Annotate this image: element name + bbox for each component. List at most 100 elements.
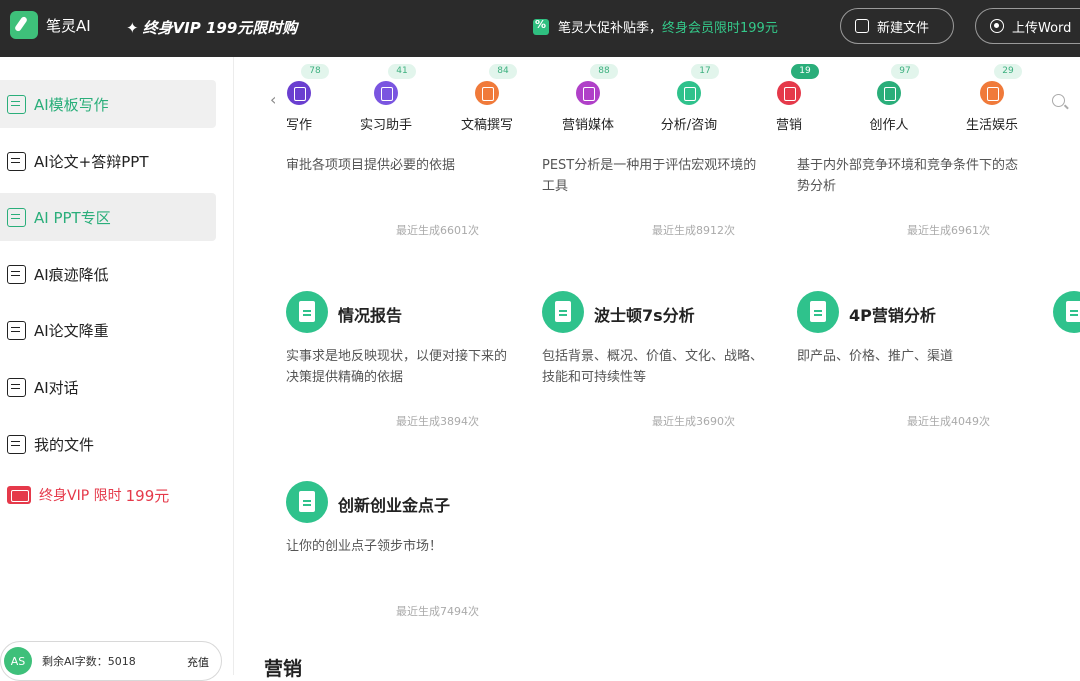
card-description: 基于内外部竞争环境和竞争条件下的态势分析 <box>797 155 1022 197</box>
card-description: 审批各项项目提供必要的依据 <box>286 155 511 176</box>
tab-document-writing[interactable]: 84 文稿撰写 <box>442 57 532 142</box>
tab-label: 营销 <box>744 114 834 133</box>
template-card-boston-7s[interactable]: 波士顿7s分析 包括背景、概况、价值、文化、战略、技能和可持续性等 最近生成36… <box>542 291 772 431</box>
sidebar-item-thesis-ppt[interactable]: AI论文+答辩PPT <box>0 137 216 185</box>
tab-internship[interactable]: 41 实习助手 <box>341 57 431 142</box>
thesis-icon <box>7 152 26 171</box>
sidebar-item-label: AI对话 <box>34 377 79 398</box>
vip-label: 终身VIP 限时 <box>39 485 122 505</box>
new-file-label: 新建文件 <box>877 17 929 36</box>
card-usage-count: 最近生成6961次 <box>907 222 990 238</box>
document-icon <box>286 481 328 523</box>
discount-icon <box>533 19 549 35</box>
template-card-startup-ideas[interactable]: 创新创业金点子 让你的创业点子领步市场！ 最近生成7494次 <box>286 481 516 621</box>
lifestyle-icon <box>980 81 1004 105</box>
sidebar-item-ppt-zone[interactable]: AI PPT专区 <box>0 193 216 241</box>
megaphone-icon <box>777 81 801 105</box>
template-icon <box>7 95 26 114</box>
card-usage-count: 最近生成3894次 <box>396 413 479 429</box>
sale-highlight: 终身会员限时199元 <box>662 17 778 36</box>
promo-text: 终身VIP 199元限时购 <box>143 19 298 37</box>
card-usage-count: 最近生成6601次 <box>396 222 479 238</box>
tab-writing[interactable]: 78 写作 <box>254 57 344 142</box>
tab-label: 分析/咨询 <box>644 114 734 133</box>
tab-count-badge: 97 <box>891 64 919 79</box>
tab-label: 生活娱乐 <box>947 114 1037 133</box>
sidebar-vip-offer[interactable]: 终身VIP 限时 199元 <box>0 471 216 519</box>
tab-count-badge: 88 <box>590 64 618 79</box>
top-header: 笔灵AI ✦终身VIP 199元限时购 笔灵大促补贴季， 终身会员限时199元 … <box>0 0 1080 57</box>
sidebar-item-ai-chat[interactable]: AI对话 <box>0 363 216 411</box>
template-card[interactable]: PEST分析是一种用于评估宏观环境的工具 最近生成8912次 <box>542 145 772 245</box>
card-usage-count: 最近生成7494次 <box>396 603 479 619</box>
sidebar-item-label: 我的文件 <box>34 434 94 455</box>
template-card[interactable]: 审批各项项目提供必要的依据 最近生成6601次 <box>286 145 516 245</box>
tab-count-badge: 84 <box>489 64 517 79</box>
tab-marketing-media[interactable]: 88 营销媒体 <box>543 57 633 142</box>
sidebar-item-label: AI PPT专区 <box>34 207 111 228</box>
tab-count-badge: 78 <box>301 64 329 79</box>
logo-icon <box>10 11 38 39</box>
sidebar-item-template-writing[interactable]: AI模板写作 <box>0 80 216 128</box>
sidebar-item-label: AI论文+答辩PPT <box>34 151 149 172</box>
document-icon <box>286 291 328 333</box>
tab-label: 文稿撰写 <box>442 114 532 133</box>
card-description: 包括背景、概况、价值、文化、战略、技能和可持续性等 <box>542 346 767 388</box>
tab-analysis-consulting[interactable]: 17 分析/咨询 <box>644 57 734 142</box>
vip-promo-banner[interactable]: ✦终身VIP 199元限时购 <box>126 17 297 38</box>
upload-word-button[interactable]: 上传Word <box>975 8 1080 44</box>
document-icon <box>475 81 499 105</box>
sidebar-item-ai-trace-reduce[interactable]: AI痕迹降低 <box>0 250 216 298</box>
card-description: PEST分析是一种用于评估宏观环境的工具 <box>542 155 767 197</box>
tab-label: 营销媒体 <box>543 114 633 133</box>
tab-label: 写作 <box>254 114 344 133</box>
gift-icon <box>7 486 31 504</box>
template-card-situation-report[interactable]: 情况报告 实事求是地反映现状，以便对接下来的决策提供精确的依据 最近生成3894… <box>286 291 516 431</box>
card-usage-count: 最近生成8912次 <box>652 222 735 238</box>
new-file-icon <box>855 19 869 33</box>
sparkle-icon: ✦ <box>126 19 139 37</box>
media-icon <box>576 81 600 105</box>
sidebar: AI模板写作 AI论文+答辩PPT AI PPT专区 AI痕迹降低 AI论文降重… <box>0 57 234 675</box>
brush-icon <box>877 81 901 105</box>
tab-marketing[interactable]: 19 营销 <box>744 57 834 142</box>
card-title: 情况报告 <box>338 302 402 326</box>
section-title-marketing: 营销 <box>264 654 302 681</box>
recharge-button[interactable]: 充值 <box>187 654 209 670</box>
sale-label: 笔灵大促补贴季， <box>558 17 662 36</box>
tab-creator[interactable]: 97 创作人 <box>844 57 934 142</box>
template-card[interactable]: 基于内外部竞争环境和竞争条件下的态势分析 最近生成6961次 <box>797 145 1027 245</box>
avatar[interactable]: AS <box>4 647 32 675</box>
search-icon[interactable] <box>1052 94 1065 107</box>
sidebar-item-label: AI痕迹降低 <box>34 264 109 285</box>
sidebar-item-my-files[interactable]: 我的文件 <box>0 420 216 468</box>
card-title: 创新创业金点子 <box>338 492 450 516</box>
sidebar-item-label: AI模板写作 <box>34 94 109 115</box>
template-card-partial[interactable] <box>1053 291 1080 391</box>
card-title: 4P营销分析 <box>849 302 936 326</box>
tab-label: 实习助手 <box>341 114 431 133</box>
sidebar-item-plagiarism-reduce[interactable]: AI论文降重 <box>0 306 216 354</box>
template-card-4p-marketing[interactable]: 4P营销分析 即产品、价格、推广、渠道 最近生成4049次 <box>797 291 1027 431</box>
logo-text: 笔灵AI <box>46 15 91 36</box>
card-description: 即产品、价格、推广、渠道 <box>797 346 1022 367</box>
sale-notice[interactable]: 笔灵大促补贴季， 终身会员限时199元 <box>533 17 778 36</box>
tab-count-badge: 41 <box>388 64 416 79</box>
credits-label: 剩余AI字数：5018 <box>42 653 136 669</box>
tab-count-badge: 17 <box>691 64 719 79</box>
credits-panel: AS 剩余AI字数：5018 充值 <box>0 641 222 681</box>
tab-lifestyle[interactable]: 29 生活娱乐 <box>947 57 1037 142</box>
card-description: 让你的创业点子领步市场！ <box>286 536 511 557</box>
upload-label: 上传Word <box>1012 17 1071 36</box>
app-logo[interactable]: 笔灵AI <box>10 11 91 39</box>
card-usage-count: 最近生成4049次 <box>907 413 990 429</box>
chat-icon <box>7 378 26 397</box>
card-title: 波士顿7s分析 <box>594 302 695 326</box>
document-icon <box>797 291 839 333</box>
tab-count-badge: 29 <box>994 64 1022 79</box>
document-icon <box>1053 291 1080 333</box>
new-file-button[interactable]: 新建文件 <box>840 8 954 44</box>
folder-icon <box>7 435 26 454</box>
document-icon <box>7 321 26 340</box>
upload-icon <box>990 19 1004 33</box>
